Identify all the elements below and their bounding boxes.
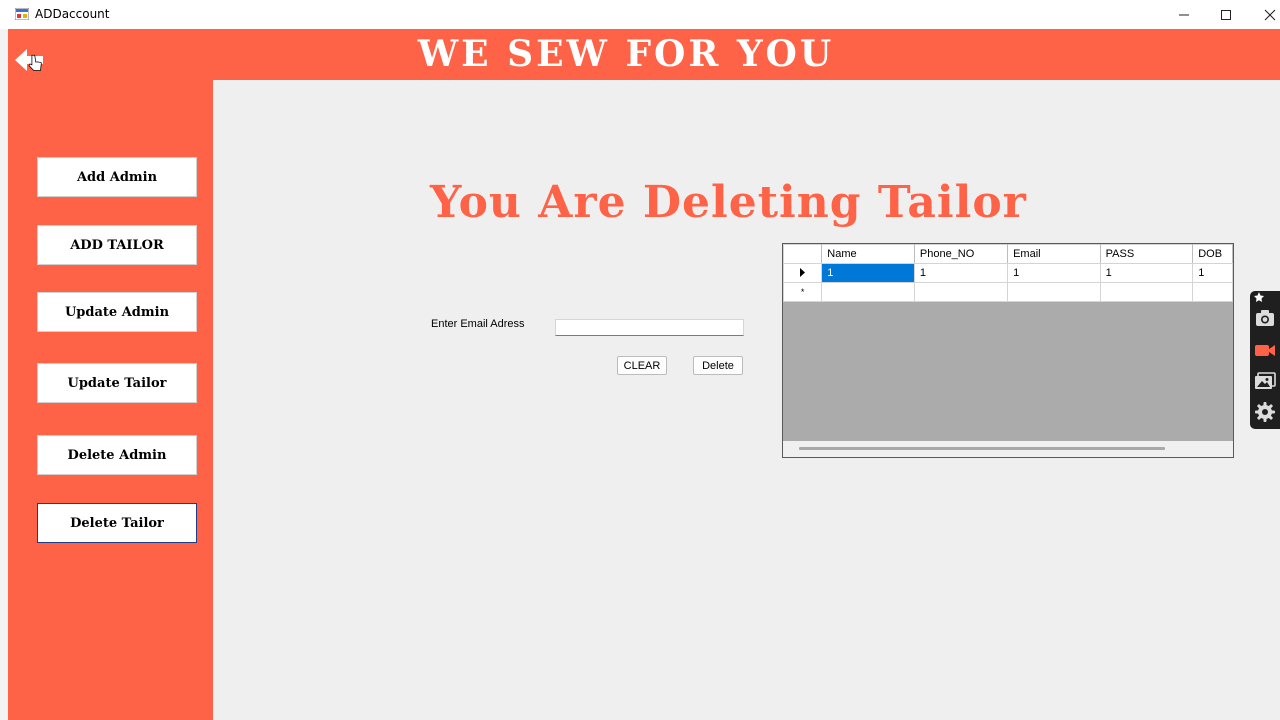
grid-cell[interactable] <box>1192 282 1233 302</box>
grid-cell[interactable] <box>1099 282 1194 302</box>
delete-admin-button[interactable]: Delete Admin <box>37 435 197 475</box>
table-row[interactable]: 1 1 1 1 1 <box>783 263 1233 283</box>
settings-icon[interactable] <box>1254 401 1276 423</box>
horizontal-scrollbar[interactable] <box>783 441 1233 457</box>
maximize-button[interactable] <box>1204 0 1248 29</box>
camera-icon[interactable] <box>1254 307 1276 329</box>
close-icon <box>1264 9 1276 20</box>
maximize-icon <box>1221 9 1231 20</box>
grid-cell[interactable]: 1 <box>821 263 915 283</box>
grid-table: Name Phone_NO Email PASS DOB 1 1 1 1 1 * <box>783 244 1233 302</box>
current-row-indicator-icon[interactable] <box>783 263 823 283</box>
email-label: Enter Email Adress <box>431 318 525 330</box>
back-button[interactable] <box>13 46 47 74</box>
window-title: ADDaccount <box>35 7 110 21</box>
new-row[interactable]: * <box>783 282 1233 302</box>
grid-cell[interactable] <box>821 282 915 302</box>
column-header-email[interactable]: Email <box>1007 244 1101 264</box>
column-header-dob[interactable]: DOB <box>1192 244 1233 264</box>
desktop-edge <box>0 29 8 720</box>
grid-cell[interactable]: 1 <box>913 263 1009 283</box>
column-header-pass[interactable]: PASS <box>1099 244 1194 264</box>
grid-cell[interactable] <box>1007 282 1101 302</box>
grid-cell[interactable]: 1 <box>1099 263 1194 283</box>
email-input[interactable] <box>555 319 744 336</box>
grid-header-row: Name Phone_NO Email PASS DOB <box>783 244 1233 264</box>
column-header-phone[interactable]: Phone_NO <box>913 244 1009 264</box>
scrollbar-thumb[interactable] <box>799 447 1165 450</box>
gallery-icon[interactable] <box>1254 370 1276 392</box>
close-button[interactable] <box>1248 0 1280 29</box>
page-heading: You Are Deleting Tailor <box>430 177 1027 228</box>
add-admin-button[interactable]: Add Admin <box>37 157 197 197</box>
grid-cell[interactable]: 1 <box>1007 263 1101 283</box>
video-icon[interactable] <box>1254 339 1276 361</box>
brand-title: WE SEW FOR YOU <box>417 33 835 75</box>
delete-button[interactable]: Delete <box>693 356 743 375</box>
add-tailor-button[interactable]: ADD TAILOR <box>37 225 197 265</box>
minimize-icon <box>1179 14 1189 15</box>
update-admin-button[interactable]: Update Admin <box>37 292 197 332</box>
delete-tailor-button[interactable]: Delete Tailor <box>37 503 197 543</box>
grid-corner-cell[interactable] <box>783 244 823 264</box>
app-icon <box>15 8 29 20</box>
update-tailor-button[interactable]: Update Tailor <box>37 363 197 403</box>
grid-cell[interactable]: 1 <box>1192 263 1233 283</box>
capture-toolbar <box>1250 291 1280 429</box>
minimize-button[interactable] <box>1162 0 1206 29</box>
new-row-marker[interactable]: * <box>783 282 823 302</box>
clear-button[interactable]: CLEAR <box>617 356 667 375</box>
grid-cell[interactable] <box>913 282 1009 302</box>
window-titlebar: ADDaccount <box>0 0 1280 29</box>
column-header-name[interactable]: Name <box>821 244 915 264</box>
pin-icon[interactable] <box>1253 291 1265 303</box>
tailor-data-grid[interactable]: Name Phone_NO Email PASS DOB 1 1 1 1 1 * <box>782 243 1234 458</box>
